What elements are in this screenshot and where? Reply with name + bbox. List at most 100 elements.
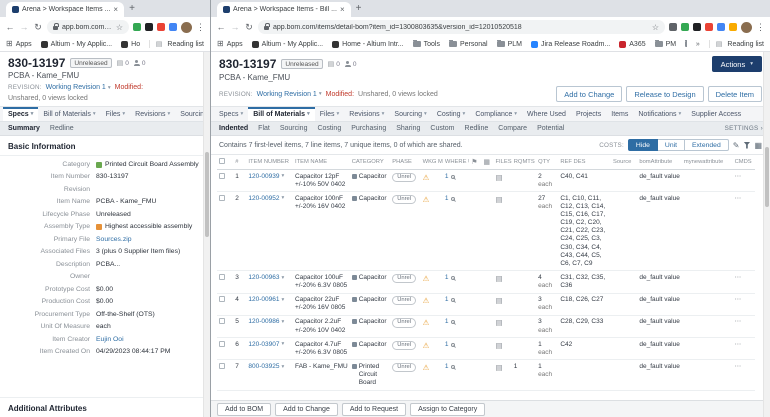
row-commands-icon[interactable]: ⋯ [735,318,743,325]
files-count[interactable]: ▤0 [117,59,129,67]
scrollbar-thumb[interactable] [765,147,769,207]
row-commands-icon[interactable]: ⋯ [735,173,743,180]
col-header-phase[interactable]: PHASE [390,155,420,170]
row-checkbox[interactable] [219,341,225,347]
back-icon[interactable]: ← [5,22,15,32]
add-to-change-button[interactable]: Add to Change [556,86,622,102]
col-header-where[interactable]: WHERE USED [443,155,469,170]
refresh-icon[interactable]: ↻ [33,22,43,33]
bookmark-jira-release-roadm[interactable]: Jira Release Roadm... [531,40,610,48]
address-bar[interactable]: app.bom.com/items/detail-bom?item_id=130… [258,20,665,34]
tab-close-icon[interactable]: × [113,5,118,14]
tab-sourcing[interactable]: Sourcing [275,122,313,135]
row-commands-icon[interactable]: ⋯ [735,363,743,370]
row-checkbox[interactable] [219,363,225,369]
extension-icon[interactable] [705,23,713,31]
files-count[interactable]: ▤0 [328,60,340,68]
bookmark-tools[interactable]: Tools [413,40,440,48]
col-header-rqmts[interactable]: RQMTS [512,155,536,170]
row-checkbox[interactable] [219,318,225,324]
row-commands-icon[interactable]: ⋯ [735,341,743,348]
select-all-checkbox[interactable] [219,158,225,164]
bookmark-pm[interactable]: PM [655,40,677,48]
edit-icon[interactable]: ✎ [733,141,740,150]
col-header-category[interactable]: CATEGORY [350,155,391,170]
tab-projects[interactable]: Projects [571,107,606,121]
reading-list[interactable]: ▤ Reading list [709,40,764,48]
tab-bill-of-materials[interactable]: Bill of Materials▾ [248,107,315,121]
col-header-name[interactable]: ITEM NAME [293,155,350,170]
delete-item-button[interactable]: Delete Item [708,86,762,102]
item-number-link[interactable]: 120-00952▾ [248,195,291,203]
field-value[interactable]: Sources.zip [96,236,132,244]
item-number-link[interactable]: 120-03907▾ [248,341,291,349]
revision-select[interactable]: Working Revision 1▾ [46,84,111,91]
bookmark-star-icon[interactable]: ☆ [652,23,659,32]
add-to-bom-button[interactable]: Add to BOM [217,403,271,416]
tab-costing[interactable]: Costing [312,122,346,135]
item-number-link[interactable]: 120-00963▾ [248,274,291,282]
bookmark-altium-my-applic[interactable]: Altium - My Applic... [41,40,112,48]
tab-custom[interactable]: Custom [425,122,459,135]
col-header-mynew[interactable]: mynewattribute [682,155,733,170]
field-value[interactable]: Eujin Ooi [96,336,124,344]
tab-where-used[interactable]: Where Used [522,107,571,121]
extension-icon[interactable] [693,23,701,31]
scrollbar[interactable] [763,52,770,417]
item-number-link[interactable]: 120-00939▾ [248,173,291,181]
tab-close-icon[interactable]: × [340,5,345,14]
row-commands-icon[interactable]: ⋯ [735,274,743,281]
costs-extended-button[interactable]: Extended [685,139,729,151]
release-to-design-button[interactable]: Release to Design [626,86,703,102]
add-to-change-button[interactable]: Add to Change [275,403,338,416]
tab-supplier-access[interactable]: Supplier Access [686,107,746,121]
people-count[interactable]: 0 [345,61,357,68]
browser-menu-icon[interactable]: ⋮ [196,22,205,33]
add-to-request-button[interactable]: Add to Request [342,403,406,416]
files-cell[interactable]: ▤ [494,360,512,390]
assign-to-category-button[interactable]: Assign to Category [410,403,485,416]
new-tab-button[interactable]: + [356,4,362,14]
bookmark-altium-my-applic[interactable]: Altium - My Applic... [252,40,323,48]
tab-purchasing[interactable]: Purchasing [346,122,391,135]
costs-hide-button[interactable]: Hide [628,139,658,151]
col-header-sel[interactable] [217,155,233,170]
bookmark-home-altium-intr[interactable]: Home - Altium Intr... [332,40,403,48]
col-header-qty[interactable]: QTY [536,155,558,170]
tab-files[interactable]: Files▾ [101,107,131,121]
refresh-icon[interactable]: ↻ [244,22,254,33]
row-checkbox[interactable] [219,173,225,179]
bookmark-personal[interactable]: Personal [449,40,488,48]
tab-potential[interactable]: Potential [532,122,569,135]
row-checkbox[interactable] [219,274,225,280]
files-cell[interactable]: ▤ [494,271,512,293]
scrollbar-thumb[interactable] [205,152,209,237]
files-cell[interactable]: ▤ [494,338,512,360]
bookmark-obsolete[interactable]: Obsolete [685,40,687,48]
bookmark-plm[interactable]: PLM [497,40,522,48]
where-used-link[interactable]: 1 [445,341,467,349]
where-used-link[interactable]: 1 [445,363,467,371]
profile-avatar[interactable] [181,22,192,33]
tab-compare[interactable]: Compare [493,122,532,135]
back-icon[interactable]: ← [216,22,226,32]
tab-redline[interactable]: Redline [45,122,79,135]
tab-revisions[interactable]: Revisions▾ [130,107,175,121]
tab-sharing[interactable]: Sharing [391,122,425,135]
extension-icon[interactable] [717,23,725,31]
col-header-cal[interactable]: ▦ [481,155,493,170]
extension-icon[interactable] [133,23,141,31]
tab-specs[interactable]: Specs▾ [214,107,248,121]
browser-menu-icon[interactable]: ⋮ [756,22,765,33]
tab-compliance[interactable]: Compliance▾ [470,107,522,121]
tab-notifications[interactable]: Notifications▾ [633,107,686,121]
col-header-wkg[interactable]: WKG MODS [421,155,443,170]
files-cell[interactable]: ▤ [494,170,512,192]
browser-tab-right[interactable]: Arena > Workspace Items - Bill ... × [217,2,351,17]
col-header-files[interactable]: FILES [494,155,512,170]
row-checkbox[interactable] [219,296,225,302]
extension-icon[interactable] [169,23,177,31]
browser-tab-left[interactable]: Arena > Workspace Items ... × [6,2,124,17]
tab-revisions[interactable]: Revisions▾ [344,107,389,121]
item-number-link[interactable]: 120-00986▾ [248,318,291,326]
